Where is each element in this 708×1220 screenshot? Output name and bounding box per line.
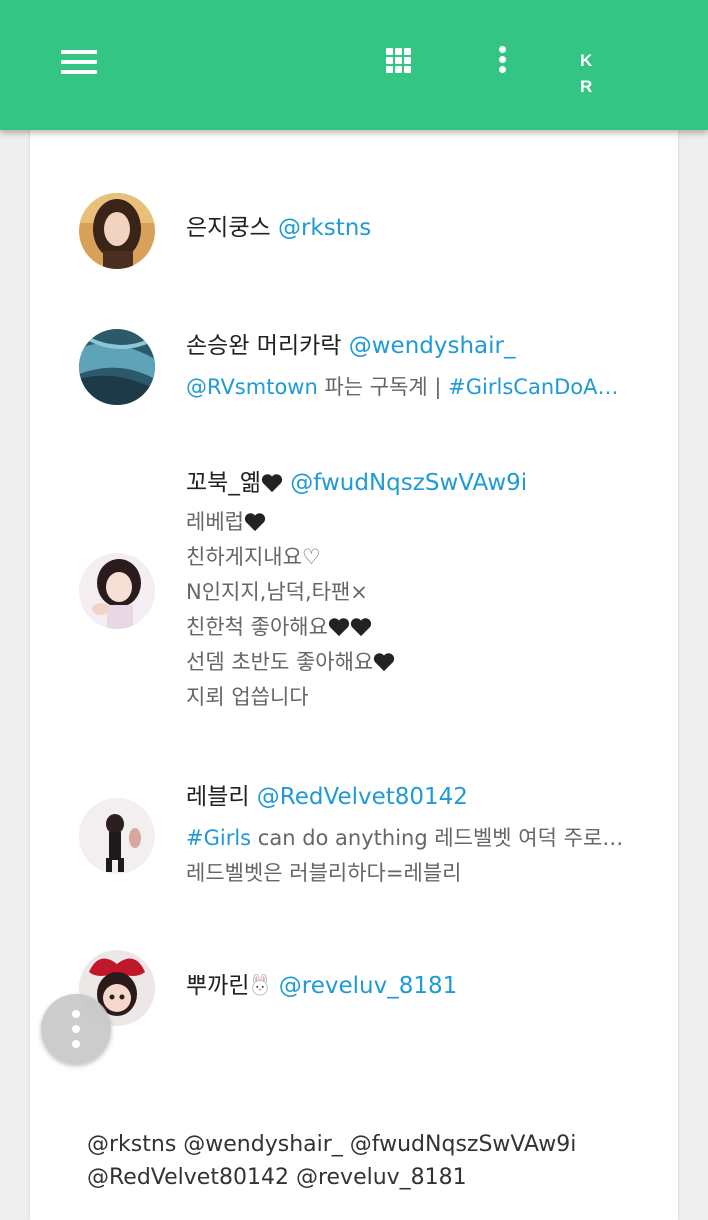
floating-more-button[interactable] [41,994,111,1064]
user-name[interactable]: 꼬북_옒 [186,470,283,496]
bio-line: 레베럽 [186,510,244,534]
user-handle[interactable]: @reveluv_8181 [279,973,457,999]
user-handle[interactable]: @wendyshair_ [349,333,516,359]
rabbit-face-icon [252,974,269,996]
black-heart-icon [244,513,266,532]
bio-line: 친한척 좋아해요 [186,615,328,639]
user-name[interactable]: 레블리 [186,784,249,810]
user-line: 레블리 @RedVelvet80142 [186,781,468,813]
user-line: 뿌까린 @reveluv_8181 [186,970,457,1002]
bio-line: 레드벨벳은 러블리하다=레블리 [186,861,462,885]
bio-text: 파는 구독계 | [317,375,449,399]
user-name[interactable]: 은지쿵스 [186,215,271,241]
bio-line: 선뎀 초반도 좋아해요 [186,650,374,674]
bio-mention[interactable]: @RVsmtown [186,375,318,399]
user-line: 꼬북_옒 @fwudNqszSwVAw9i [186,467,527,499]
user-name-text: 꼬북_옒 [186,470,261,496]
user-handle[interactable]: @rkstns [278,215,371,241]
language-toggle-button[interactable]: K R [580,48,640,96]
user-list-card: 은지쿵스 @rkstns 손승완 머리카락 @wendyshair_ @RVsm… [30,120,678,1220]
user-bio: #Girls can do anything 레드벨벳 여덕 주로… 레드벨벳은… [186,821,626,891]
user-avatar-fwudnqszswvaw9i[interactable] [79,553,155,629]
bio-line: 친하게지내요♡ [186,545,321,569]
more-vert-icon [72,1010,80,1018]
mentions-line[interactable]: @rkstns @wendyshair_ @fwudNqszSwVAw9i [87,1128,576,1161]
black-heart-icon [328,618,350,637]
app-bar: K R [0,0,708,130]
mentions-line[interactable]: @RedVelvet80142 @reveluv_8181 [87,1161,576,1194]
user-avatar-redvelvet80142[interactable] [79,798,155,874]
user-name-text: 뿌까린 [186,973,250,999]
user-name[interactable]: 뿌까린 [186,973,271,999]
bio-text: can do anything 레드벨벳 여덕 주로… [251,826,624,850]
user-handle[interactable]: @RedVelvet80142 [257,784,468,810]
user-bio: @RVsmtown 파는 구독계 | #GirlsCanDoA… [186,370,626,405]
user-line: 손승완 머리카락 @wendyshair_ [186,330,516,362]
black-heart-icon [261,474,283,493]
mentions-summary: @rkstns @wendyshair_ @fwudNqszSwVAw9i @R… [87,1128,576,1194]
user-avatar-wendyshair[interactable] [79,329,155,405]
bio-line: N인지지,남덕,타팬× [186,580,368,604]
user-handle[interactable]: @fwudNqszSwVAw9i [290,470,527,496]
black-heart-icon [374,653,395,672]
user-avatar-rkstns[interactable] [79,193,155,269]
black-heart-icon [350,618,372,637]
hamburger-menu-icon[interactable] [61,50,97,74]
bio-hashtag[interactable]: #Girls [186,826,251,850]
bio-line: 지뢰 업씁니다 [186,685,309,709]
user-line: 은지쿵스 @rkstns [186,212,371,244]
user-name[interactable]: 손승완 머리카락 [186,333,341,359]
apps-grid-icon[interactable] [386,48,412,74]
bio-hashtag[interactable]: #GirlsCanDoA… [448,375,618,399]
more-vert-icon[interactable] [496,46,508,74]
user-bio: 레베럽 친하게지내요♡ N인지지,남덕,타팬× 친한척 좋아해요 선뎀 초반도 … [186,505,626,715]
